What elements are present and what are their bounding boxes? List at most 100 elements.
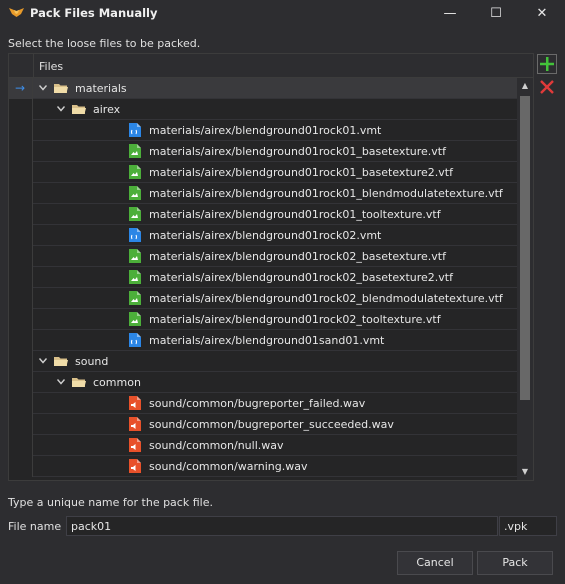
row-indicator <box>9 456 33 477</box>
row-cell: airex <box>33 99 517 120</box>
file-name-input[interactable] <box>66 516 498 536</box>
file-path-label: materials/airex/blendground01rock02_tool… <box>149 313 441 326</box>
row-indicator <box>9 162 33 183</box>
scrollbar-thumb[interactable] <box>520 96 530 400</box>
tree-file-row[interactable]: materials/airex/blendground01rock02_blen… <box>9 288 517 309</box>
current-row-arrow-icon: → <box>15 81 26 95</box>
folder-label: materials <box>75 82 127 95</box>
row-indicator <box>9 330 33 351</box>
tree-folder-row[interactable]: airex <box>9 99 517 120</box>
file-path-label: materials/airex/blendground01rock02.vmt <box>149 229 382 242</box>
row-cell: materials/airex/blendground01rock02.vmt <box>33 225 517 246</box>
header-divider <box>33 54 34 78</box>
row-indicator <box>9 435 33 456</box>
row-cell: common <box>33 372 517 393</box>
folder-label: sound <box>75 355 109 368</box>
row-indicator <box>9 225 33 246</box>
row-cell: sound/common/null.wav <box>33 435 517 456</box>
add-files-icon <box>540 57 554 71</box>
tree-file-row[interactable]: materials/airex/blendground01rock02_base… <box>9 246 517 267</box>
row-indicator <box>9 141 33 162</box>
wav-file-icon <box>129 417 141 431</box>
row-indicator <box>9 120 33 141</box>
tree-file-row[interactable]: sound/common/bugreporter_failed.wav <box>9 393 517 414</box>
row-indicator <box>9 309 33 330</box>
tree-folder-row[interactable]: sound <box>9 351 517 372</box>
tree-file-row[interactable]: materials/airex/blendground01rock01_base… <box>9 162 517 183</box>
tree-folder-row[interactable]: → materials <box>9 78 517 99</box>
row-cell: materials/airex/blendground01rock01_tool… <box>33 204 517 225</box>
chevron-down-icon[interactable] <box>57 379 65 385</box>
scroll-up-arrow-icon[interactable]: ▲ <box>517 78 533 94</box>
tree-folder-row[interactable]: common <box>9 372 517 393</box>
wav-file-icon <box>129 396 141 410</box>
file-path-label: materials/airex/blendground01rock01_tool… <box>149 208 441 221</box>
row-cell: materials/airex/blendground01rock02_tool… <box>33 309 517 330</box>
vtf-file-icon <box>129 207 141 221</box>
row-cell: materials/airex/blendground01rock01_base… <box>33 162 517 183</box>
close-icon: ✕ <box>536 6 548 21</box>
tree-scrollbar[interactable]: ▲ ▼ <box>517 78 533 480</box>
file-path-label: materials/airex/blendground01rock01_blen… <box>149 187 503 200</box>
tree-file-row[interactable]: sound/common/bugreporter_succeeded.wav <box>9 414 517 435</box>
cancel-button[interactable]: Cancel <box>397 551 473 575</box>
tree-file-row[interactable]: materials/airex/blendground01rock01_base… <box>9 141 517 162</box>
vtf-file-icon <box>129 291 141 305</box>
files-column-header[interactable]: Files <box>9 54 533 78</box>
row-indicator <box>9 183 33 204</box>
tree-file-row[interactable]: sound/common/null.wav <box>9 435 517 456</box>
chevron-down-icon[interactable] <box>39 358 47 364</box>
tree-file-row[interactable]: materials/airex/blendground01rock01_tool… <box>9 204 517 225</box>
file-name-label: File name <box>8 520 62 533</box>
pack-button[interactable]: Pack <box>477 551 553 575</box>
row-indicator <box>9 414 33 435</box>
file-path-label: sound/common/bugreporter_succeeded.wav <box>149 418 394 431</box>
tree-file-row[interactable]: materials/airex/blendground01rock02.vmt <box>9 225 517 246</box>
row-cell: materials/airex/blendground01rock01_base… <box>33 141 517 162</box>
minimize-icon: — <box>443 6 457 21</box>
row-cell: materials <box>33 78 517 99</box>
close-button[interactable]: ✕ <box>519 0 565 27</box>
files-tree-rows: → materials airex materials/airex/blendgrou… <box>9 78 517 480</box>
file-path-label: sound/common/null.wav <box>149 439 284 452</box>
scroll-down-arrow-icon[interactable]: ▼ <box>517 464 533 480</box>
row-indicator: → <box>9 78 33 99</box>
tree-file-row[interactable]: materials/airex/blendground01rock02_base… <box>9 267 517 288</box>
files-tree: Files → materials airex materials/airex/ble… <box>8 53 534 481</box>
file-path-label: materials/airex/blendground01rock01_base… <box>149 166 453 179</box>
chevron-down-icon[interactable] <box>57 106 65 112</box>
vmt-file-icon <box>129 123 141 137</box>
row-cell: sound/common/bugreporter_failed.wav <box>33 393 517 414</box>
row-cell: sound/common/warning.wav <box>33 456 517 477</box>
select-files-prompt: Select the loose files to be packed. <box>8 37 201 50</box>
row-indicator <box>9 288 33 309</box>
maximize-button[interactable]: ☐ <box>473 0 519 27</box>
tree-file-row[interactable]: materials/airex/blendground01sand01.vmt <box>9 330 517 351</box>
vtf-file-icon <box>129 270 141 284</box>
row-cell: sound <box>33 351 517 372</box>
file-path-label: materials/airex/blendground01rock01.vmt <box>149 124 382 137</box>
tree-file-row[interactable]: materials/airex/blendground01rock01_blen… <box>9 183 517 204</box>
tree-file-row[interactable]: sound/common/warning.wav <box>9 456 517 477</box>
vtf-file-icon <box>129 144 141 158</box>
tree-file-row[interactable]: materials/airex/blendground01rock01.vmt <box>9 120 517 141</box>
file-path-label: materials/airex/blendground01rock02_blen… <box>149 292 503 305</box>
row-cell: materials/airex/blendground01rock01.vmt <box>33 120 517 141</box>
folder-open-icon <box>54 357 68 366</box>
row-cell: materials/airex/blendground01rock01_blen… <box>33 183 517 204</box>
tree-file-row[interactable]: materials/airex/blendground01rock02_tool… <box>9 309 517 330</box>
minimize-button[interactable]: — <box>427 0 473 27</box>
remove-files-button[interactable] <box>537 77 557 97</box>
file-path-label: materials/airex/blendground01sand01.vmt <box>149 334 385 347</box>
window-title: Pack Files Manually <box>30 6 158 20</box>
file-path-label: materials/airex/blendground01rock02_base… <box>149 271 453 284</box>
wav-file-icon <box>129 438 141 452</box>
row-cell: materials/airex/blendground01rock02_base… <box>33 246 517 267</box>
row-indicator <box>9 267 33 288</box>
folder-open-icon <box>54 84 68 93</box>
add-files-button[interactable] <box>537 54 557 74</box>
maximize-icon: ☐ <box>490 6 502 21</box>
row-cell: materials/airex/blendground01rock02_base… <box>33 267 517 288</box>
chevron-down-icon[interactable] <box>39 85 47 91</box>
file-path-label: materials/airex/blendground01rock01_base… <box>149 145 446 158</box>
